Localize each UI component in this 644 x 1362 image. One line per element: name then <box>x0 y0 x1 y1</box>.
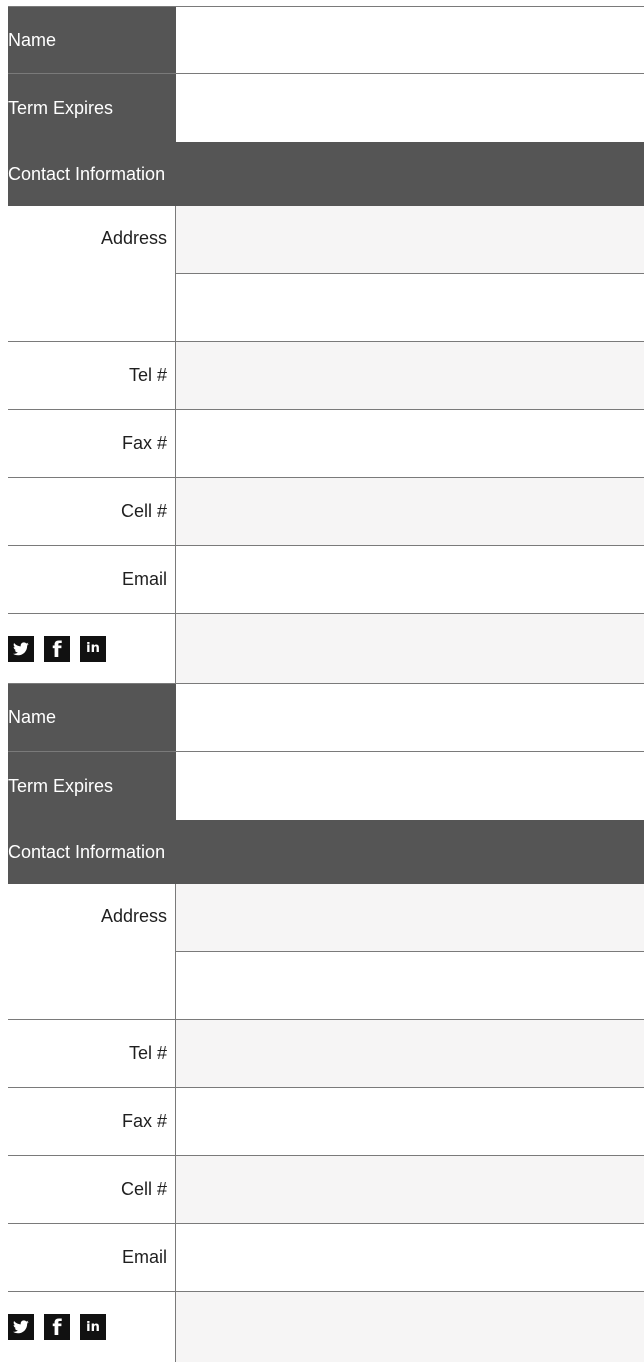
address-line-2[interactable] <box>176 952 644 1019</box>
term-expires-label: Term Expires <box>8 74 176 142</box>
fax-row: Fax # <box>8 1088 644 1156</box>
email-label: Email <box>8 546 176 613</box>
term-row: Term Expires <box>8 752 644 820</box>
social-row: f in <box>8 1292 644 1362</box>
tel-value[interactable] <box>176 1020 644 1087</box>
name-value[interactable] <box>176 7 644 73</box>
email-row: Email <box>8 1224 644 1292</box>
address-line-1[interactable] <box>176 206 644 274</box>
cell-row: Cell # <box>8 1156 644 1224</box>
tel-row: Tel # <box>8 1020 644 1088</box>
name-value[interactable] <box>176 684 644 751</box>
name-label: Name <box>8 7 176 73</box>
tel-label: Tel # <box>8 342 176 409</box>
address-values <box>176 884 644 1019</box>
term-expires-value[interactable] <box>176 74 644 142</box>
address-line-2[interactable] <box>176 274 644 341</box>
social-links: f in <box>8 1292 176 1362</box>
address-line-1[interactable] <box>176 884 644 952</box>
address-label: Address <box>8 206 176 341</box>
tel-row: Tel # <box>8 342 644 410</box>
social-row: f in <box>8 614 644 684</box>
facebook-icon[interactable]: f <box>44 635 70 662</box>
address-label: Address <box>8 884 176 1019</box>
facebook-icon[interactable]: f <box>44 1314 70 1340</box>
tel-label: Tel # <box>8 1020 176 1087</box>
cell-value[interactable] <box>176 478 644 545</box>
tel-value[interactable] <box>176 342 644 409</box>
twitter-icon[interactable] <box>8 1314 34 1340</box>
name-label: Name <box>8 684 176 751</box>
social-links: f in <box>8 614 176 683</box>
linkedin-icon[interactable]: in <box>80 635 106 662</box>
name-row: Name <box>8 6 644 74</box>
term-row: Term Expires <box>8 74 644 142</box>
fax-row: Fax # <box>8 410 644 478</box>
member-entry-1: Name Term Expires Contact Information Ad… <box>8 6 644 684</box>
member-entry-2: Name Term Expires Contact Information Ad… <box>8 684 644 1362</box>
social-value[interactable] <box>176 1292 644 1362</box>
email-row: Email <box>8 546 644 614</box>
cell-value[interactable] <box>176 1156 644 1223</box>
email-label: Email <box>8 1224 176 1291</box>
name-row: Name <box>8 684 644 752</box>
linkedin-icon[interactable]: in <box>80 1314 106 1340</box>
cell-label: Cell # <box>8 1156 176 1223</box>
fax-label: Fax # <box>8 1088 176 1155</box>
email-value[interactable] <box>176 1224 644 1291</box>
address-values <box>176 206 644 341</box>
address-row: Address <box>8 884 644 1020</box>
board-member-sheet: Name Term Expires Contact Information Ad… <box>8 6 644 1362</box>
fax-value[interactable] <box>176 410 644 477</box>
social-value[interactable] <box>176 614 644 683</box>
email-value[interactable] <box>176 546 644 613</box>
contact-information-heading: Contact Information <box>8 142 644 206</box>
fax-value[interactable] <box>176 1088 644 1155</box>
term-expires-value[interactable] <box>176 752 644 820</box>
twitter-icon[interactable] <box>8 635 34 662</box>
cell-row: Cell # <box>8 478 644 546</box>
term-expires-label: Term Expires <box>8 752 176 820</box>
fax-label: Fax # <box>8 410 176 477</box>
address-row: Address <box>8 206 644 342</box>
cell-label: Cell # <box>8 478 176 545</box>
contact-information-heading: Contact Information <box>8 820 644 884</box>
